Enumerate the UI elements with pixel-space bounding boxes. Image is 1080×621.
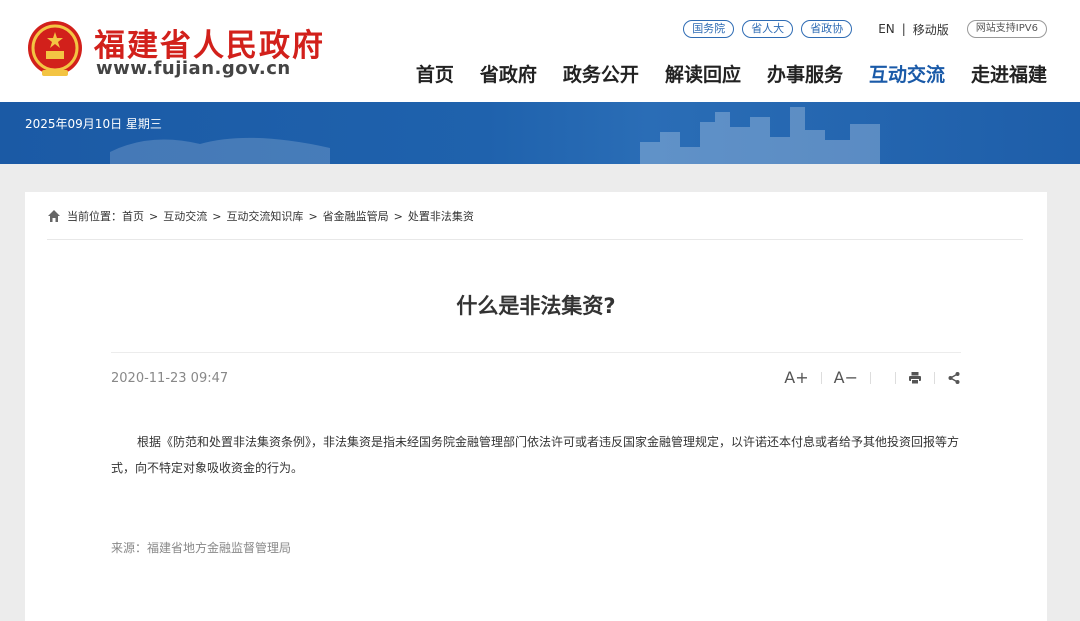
article-tools: A+ A− xyxy=(784,368,961,387)
publish-date: 2020-11-23 09:47 xyxy=(111,371,229,386)
breadcrumb-separator: > xyxy=(149,209,159,223)
print-icon[interactable] xyxy=(908,371,922,385)
main-nav: 首页 省政府 政务公开 解读回应 办事服务 互动交流 走进福建 xyxy=(390,60,1047,87)
link-guowuyuan[interactable]: 国务院 xyxy=(683,20,735,38)
article-body: 根据《防范和处置非法集资条例》，非法集资是指未经国务院金融管理部门依法许可或者违… xyxy=(111,435,960,475)
breadcrumb-separator: > xyxy=(393,209,403,223)
breadcrumb-item-finance-bureau[interactable]: 省金融监管局 xyxy=(323,208,389,224)
ipv6-badge: 网站支持IPV6 xyxy=(966,20,1047,38)
breadcrumb-item-interaction[interactable]: 互动交流 xyxy=(163,208,207,224)
site-url[interactable]: www.fujian.gov.cn xyxy=(96,58,291,79)
font-decrease-button[interactable]: A− xyxy=(834,368,858,387)
breadcrumb-item-knowledge-base[interactable]: 互动交流知识库 xyxy=(226,208,303,224)
breadcrumb-divider xyxy=(47,239,1023,240)
link-shengrenda[interactable]: 省人大 xyxy=(742,20,794,38)
top-links-separator: | xyxy=(901,22,906,36)
date-banner: 2025年09月10日 星期三 xyxy=(0,102,1080,164)
breadcrumb-prefix: 当前位置： xyxy=(67,210,122,223)
mobile-version-link[interactable]: 移动版 xyxy=(913,21,949,38)
tool-divider xyxy=(934,371,935,384)
nav-item-gov-affairs[interactable]: 政务公开 xyxy=(563,60,639,87)
english-link[interactable]: EN xyxy=(878,22,895,36)
breadcrumb-separator: > xyxy=(212,209,222,223)
top-links: 国务院 省人大 省政协 EN | 移动版 网站支持IPV6 xyxy=(675,20,1047,38)
share-icon[interactable] xyxy=(947,371,961,385)
title-divider xyxy=(111,352,961,353)
nav-item-about-fujian[interactable]: 走进福建 xyxy=(971,60,1047,87)
tool-divider xyxy=(820,371,822,384)
banner-landmark-decoration xyxy=(640,107,880,164)
article-title: 什么是非法集资? xyxy=(456,294,616,318)
tool-divider xyxy=(895,371,896,384)
nav-item-provincial-gov[interactable]: 省政府 xyxy=(480,60,537,87)
article-card: 当前位置： 首页 > 互动交流 > 互动交流知识库 > 省金融监管局 > 处置非… xyxy=(25,192,1047,621)
breadcrumb-separator: > xyxy=(308,209,318,223)
home-icon xyxy=(48,210,60,222)
nav-item-home[interactable]: 首页 xyxy=(416,60,454,87)
breadcrumb: 当前位置： 首页 > 互动交流 > 互动交流知识库 > 省金融监管局 > 处置非… xyxy=(47,208,474,224)
link-shengzhengxie[interactable]: 省政协 xyxy=(801,20,853,38)
font-increase-button[interactable]: A+ xyxy=(784,368,808,387)
breadcrumb-item-illegal-fundraising[interactable]: 处置非法集资 xyxy=(408,208,474,224)
tool-divider xyxy=(870,371,871,384)
nav-item-interpretation[interactable]: 解读回应 xyxy=(665,60,741,87)
site-header: 福建省人民政府 www.fujian.gov.cn 国务院 省人大 省政协 EN… xyxy=(0,0,1080,102)
breadcrumb-item-home[interactable]: 首页 xyxy=(122,208,144,224)
nav-item-services[interactable]: 办事服务 xyxy=(767,60,843,87)
nav-item-interaction[interactable]: 互动交流 xyxy=(869,60,945,87)
current-date: 2025年09月10日 星期三 xyxy=(25,117,162,131)
article-source: 来源：福建省地方金融监督管理局 xyxy=(111,541,292,555)
national-emblem-icon[interactable] xyxy=(24,18,86,80)
